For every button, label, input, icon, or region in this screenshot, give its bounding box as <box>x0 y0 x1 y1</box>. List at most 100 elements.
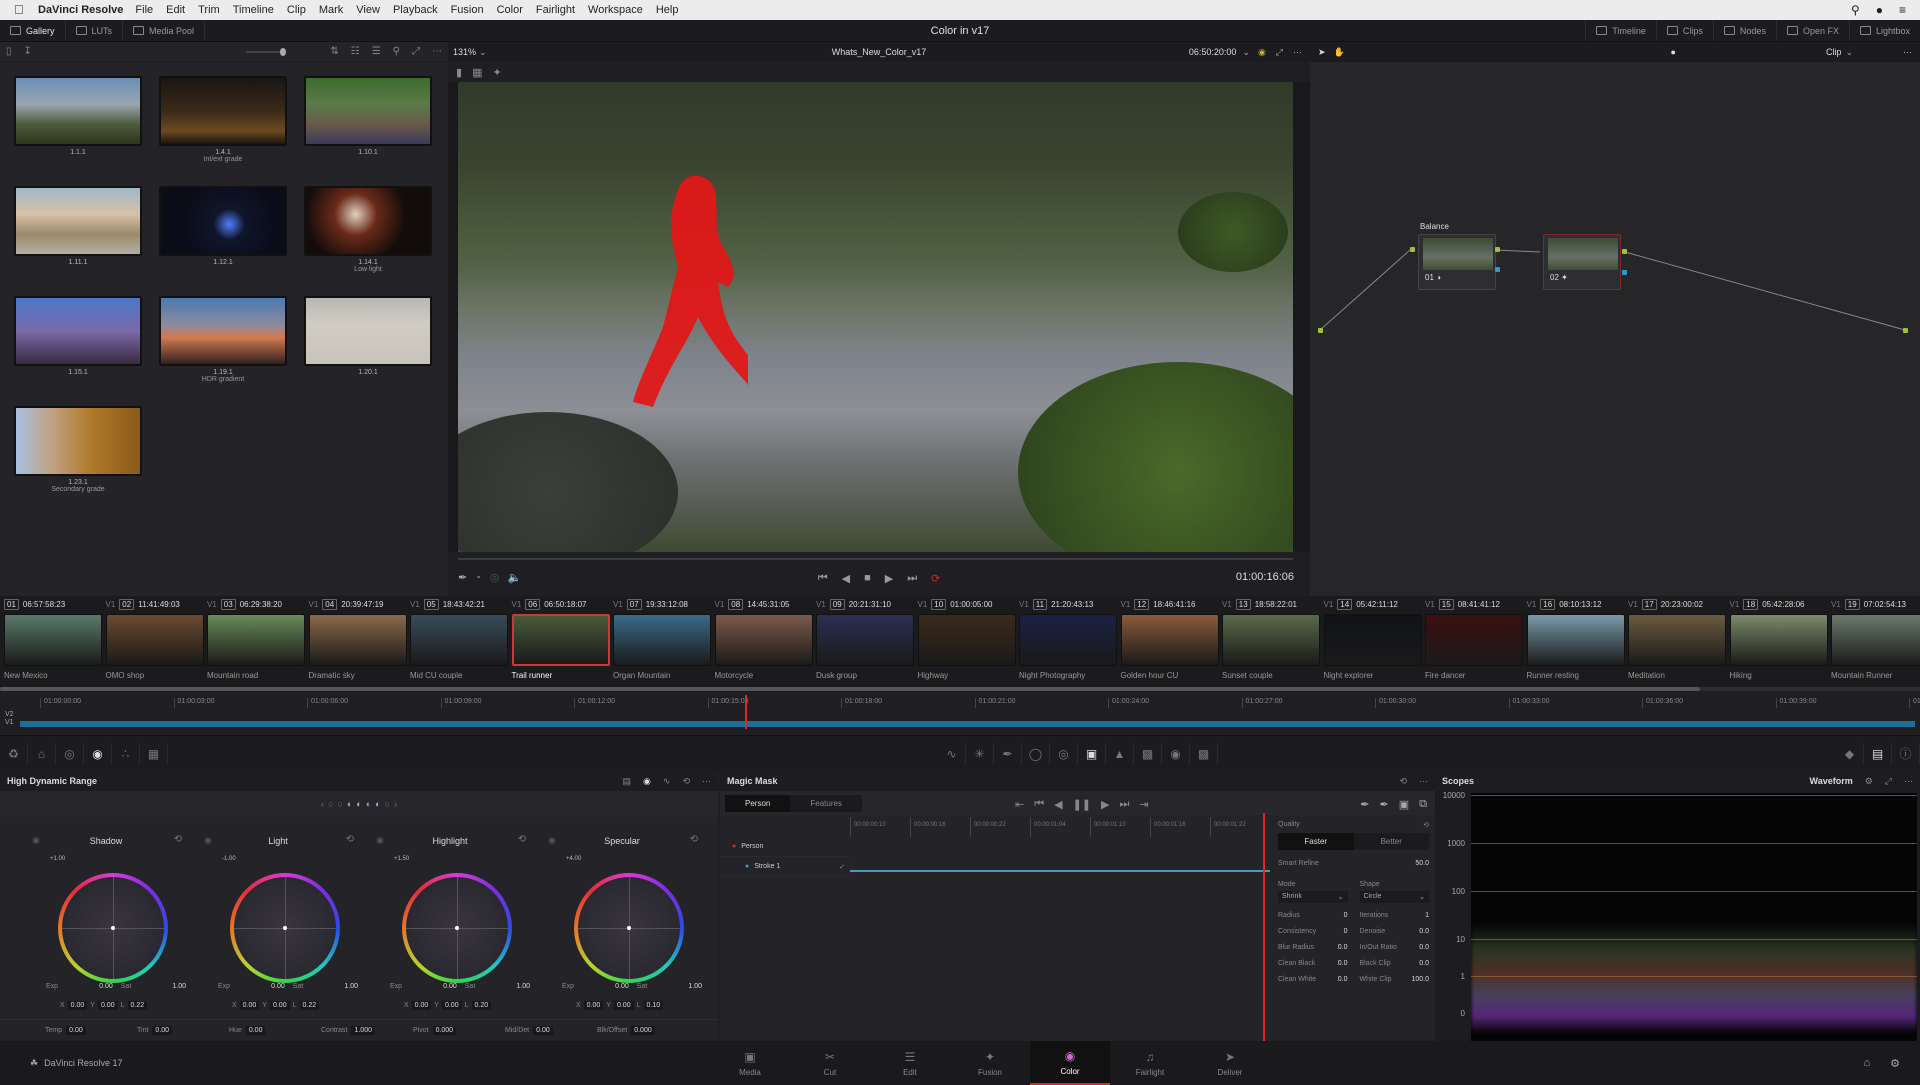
menu-clip[interactable]: Clip <box>287 4 306 16</box>
param-denoise[interactable]: Denoise 0.0 <box>1360 928 1430 935</box>
still-thumbnail[interactable] <box>304 296 432 366</box>
wheel-handle[interactable] <box>455 926 459 930</box>
clip-item[interactable]: V1 02 11:41:49:03 OMO shop <box>105 596 206 688</box>
key-icon[interactable]: ▩ <box>1134 742 1162 765</box>
menu-edit[interactable]: Edit <box>166 4 185 16</box>
menu-color[interactable]: Color <box>497 4 523 16</box>
clip-item[interactable]: V1 12 18:46:41:16 Golden hour CU <box>1120 596 1221 688</box>
gallery-still[interactable]: 1.11.1 <box>14 186 142 296</box>
still-thumbnail[interactable] <box>159 76 287 146</box>
track-to-end-icon[interactable]: ⇥ <box>1139 798 1148 811</box>
reset-icon[interactable]: ⟲ <box>518 834 526 845</box>
clip-thumbnail[interactable] <box>105 614 204 666</box>
loop-button[interactable]: ⟳ <box>931 572 940 585</box>
menu-playback[interactable]: Playback <box>393 4 438 16</box>
app-menu[interactable]: DaVinci Resolve <box>38 4 123 16</box>
menu-view[interactable]: View <box>356 4 380 16</box>
exp-value[interactable]: 0.00 <box>443 983 457 990</box>
param-iterations[interactable]: Iterations 1 <box>1360 912 1430 919</box>
clip-thumbnail[interactable] <box>1222 614 1320 666</box>
home-icon[interactable]: ⌂ <box>1863 1057 1870 1070</box>
play-button[interactable]: ▶ <box>885 572 893 585</box>
gallery-still[interactable]: 1.20.1 <box>304 296 432 406</box>
page-deliver[interactable]: ➤ Deliver <box>1190 1041 1270 1085</box>
apple-icon[interactable]:  <box>14 3 28 17</box>
track-reverse-button[interactable]: ◀ <box>1054 798 1062 811</box>
page-fusion[interactable]: ✦ Fusion <box>950 1041 1030 1085</box>
menu-fusion[interactable]: Fusion <box>451 4 484 16</box>
compare-icon[interactable]: ▤ <box>623 776 632 787</box>
alpha-output-port[interactable] <box>1495 267 1500 272</box>
reset-icon[interactable]: ⟲ <box>174 834 182 845</box>
zone-value[interactable]: +1.00 <box>50 856 65 862</box>
still-thumbnail[interactable] <box>304 76 432 146</box>
stop-button[interactable]: ■ <box>864 572 871 585</box>
clip-thumbnail[interactable] <box>308 614 407 666</box>
search-icon[interactable]: ⚲ <box>1851 3 1860 17</box>
sat-value[interactable]: 1.00 <box>172 983 186 990</box>
clip-item[interactable]: V1 08 14:45:31:05 Motorcycle <box>714 596 815 688</box>
zone-dot[interactable]: ○ <box>337 799 342 809</box>
color-wheel[interactable] <box>574 873 684 983</box>
color-wheel[interactable] <box>230 873 340 983</box>
gallery-still[interactable]: 1.19.1 HDR gradient <box>159 296 287 406</box>
clip-thumbnail[interactable] <box>613 614 711 666</box>
grid-view-icon[interactable]: ☷ <box>351 46 360 57</box>
toolbar-open-fx[interactable]: Open FX <box>1775 20 1849 41</box>
sort-icon[interactable]: ⇅ <box>330 46 338 57</box>
scope-type-select[interactable]: Waveform <box>1810 776 1853 787</box>
chevron-down-icon[interactable]: ⌄ <box>1242 47 1250 58</box>
hand-tool-icon[interactable]: ✋ <box>1334 47 1345 58</box>
mask-row-stroke[interactable]: ● Stroke 1 ✓ <box>720 857 850 877</box>
split-view-icon[interactable]: ▦ <box>472 66 482 79</box>
color-wheels-icon[interactable]: ◎ <box>56 742 84 765</box>
clip-item[interactable]: V1 09 20:21:31:10 Dusk group <box>816 596 916 688</box>
list-view-icon[interactable]: ☰ <box>372 46 381 57</box>
mask-playhead[interactable] <box>1263 813 1265 1041</box>
blur-icon[interactable]: ▲ <box>1106 742 1134 765</box>
add-stroke-icon[interactable]: ✒ <box>1360 798 1369 811</box>
clip-thumbnail[interactable] <box>1831 614 1920 666</box>
menu-workspace[interactable]: Workspace <box>588 4 643 16</box>
tab-features[interactable]: Features <box>790 795 862 812</box>
x-value[interactable]: 0.00 <box>67 1001 88 1010</box>
track-forward-button[interactable]: ▶ <box>1101 798 1109 811</box>
video-frame[interactable] <box>458 82 1293 552</box>
mask-row-person[interactable]: ● Person <box>720 837 850 857</box>
3d-icon[interactable]: ▩ <box>1190 742 1218 765</box>
zone-value[interactable]: +1.50 <box>394 856 409 862</box>
x-value[interactable]: 0.00 <box>583 1001 604 1010</box>
page-cut[interactable]: ✂ Cut <box>790 1041 870 1085</box>
node-02[interactable]: 02 ✦ <box>1543 234 1621 290</box>
more-options-icon[interactable]: ⋯ <box>1903 47 1912 58</box>
adjust-value[interactable]: 0.00 <box>533 1026 553 1035</box>
clip-thumbnail[interactable] <box>816 614 914 666</box>
y-value[interactable]: 0.00 <box>441 1001 462 1010</box>
clip-item[interactable]: V1 04 20:39:47:19 Dramatic sky <box>308 596 409 688</box>
param-consistency[interactable]: Consistency 0 <box>1278 928 1348 935</box>
clip-item[interactable]: V1 15 08:41:41:12 Fire dancer <box>1425 596 1525 688</box>
single-view-icon[interactable]: ▮ <box>456 66 462 79</box>
param-blur-radius[interactable]: Blur Radius 0.0 <box>1278 944 1348 951</box>
rgb-mixer-icon[interactable]: ∴ <box>112 742 140 765</box>
still-thumbnail[interactable] <box>14 406 142 476</box>
z-value[interactable]: 0.22 <box>299 1001 320 1010</box>
motion-effects-icon[interactable]: ▦ <box>140 742 168 765</box>
wheel-handle[interactable] <box>111 926 115 930</box>
clip-thumbnail[interactable] <box>410 614 508 666</box>
clip-item[interactable]: V1 03 06:29:38:20 Mountain road <box>207 596 307 688</box>
zone-value[interactable]: +4.00 <box>566 856 581 862</box>
clip-item[interactable]: V1 11 21:20:43:13 Night Photography <box>1019 596 1119 688</box>
chevron-down-icon[interactable]: ⌄ <box>1845 47 1853 58</box>
waveform-view-icon[interactable]: ∿ <box>663 776 671 787</box>
quality-faster[interactable]: Faster <box>1278 833 1354 850</box>
sidebar-toggle-icon[interactable]: ▯ <box>6 46 12 57</box>
import-icon[interactable]: ↧ <box>24 46 32 57</box>
x-value[interactable]: 0.00 <box>239 1001 260 1010</box>
clip-thumbnail[interactable] <box>917 614 1016 666</box>
mask-overlay-icon[interactable]: ⧉ <box>1419 798 1427 811</box>
more-options-icon[interactable]: ⋯ <box>1419 776 1428 787</box>
clip-item[interactable]: V1 14 05:42:11:12 Night explorer <box>1323 596 1424 688</box>
show-overlay-icon[interactable]: ▣ <box>1399 798 1409 811</box>
page-edit[interactable]: ☰ Edit <box>870 1041 950 1085</box>
